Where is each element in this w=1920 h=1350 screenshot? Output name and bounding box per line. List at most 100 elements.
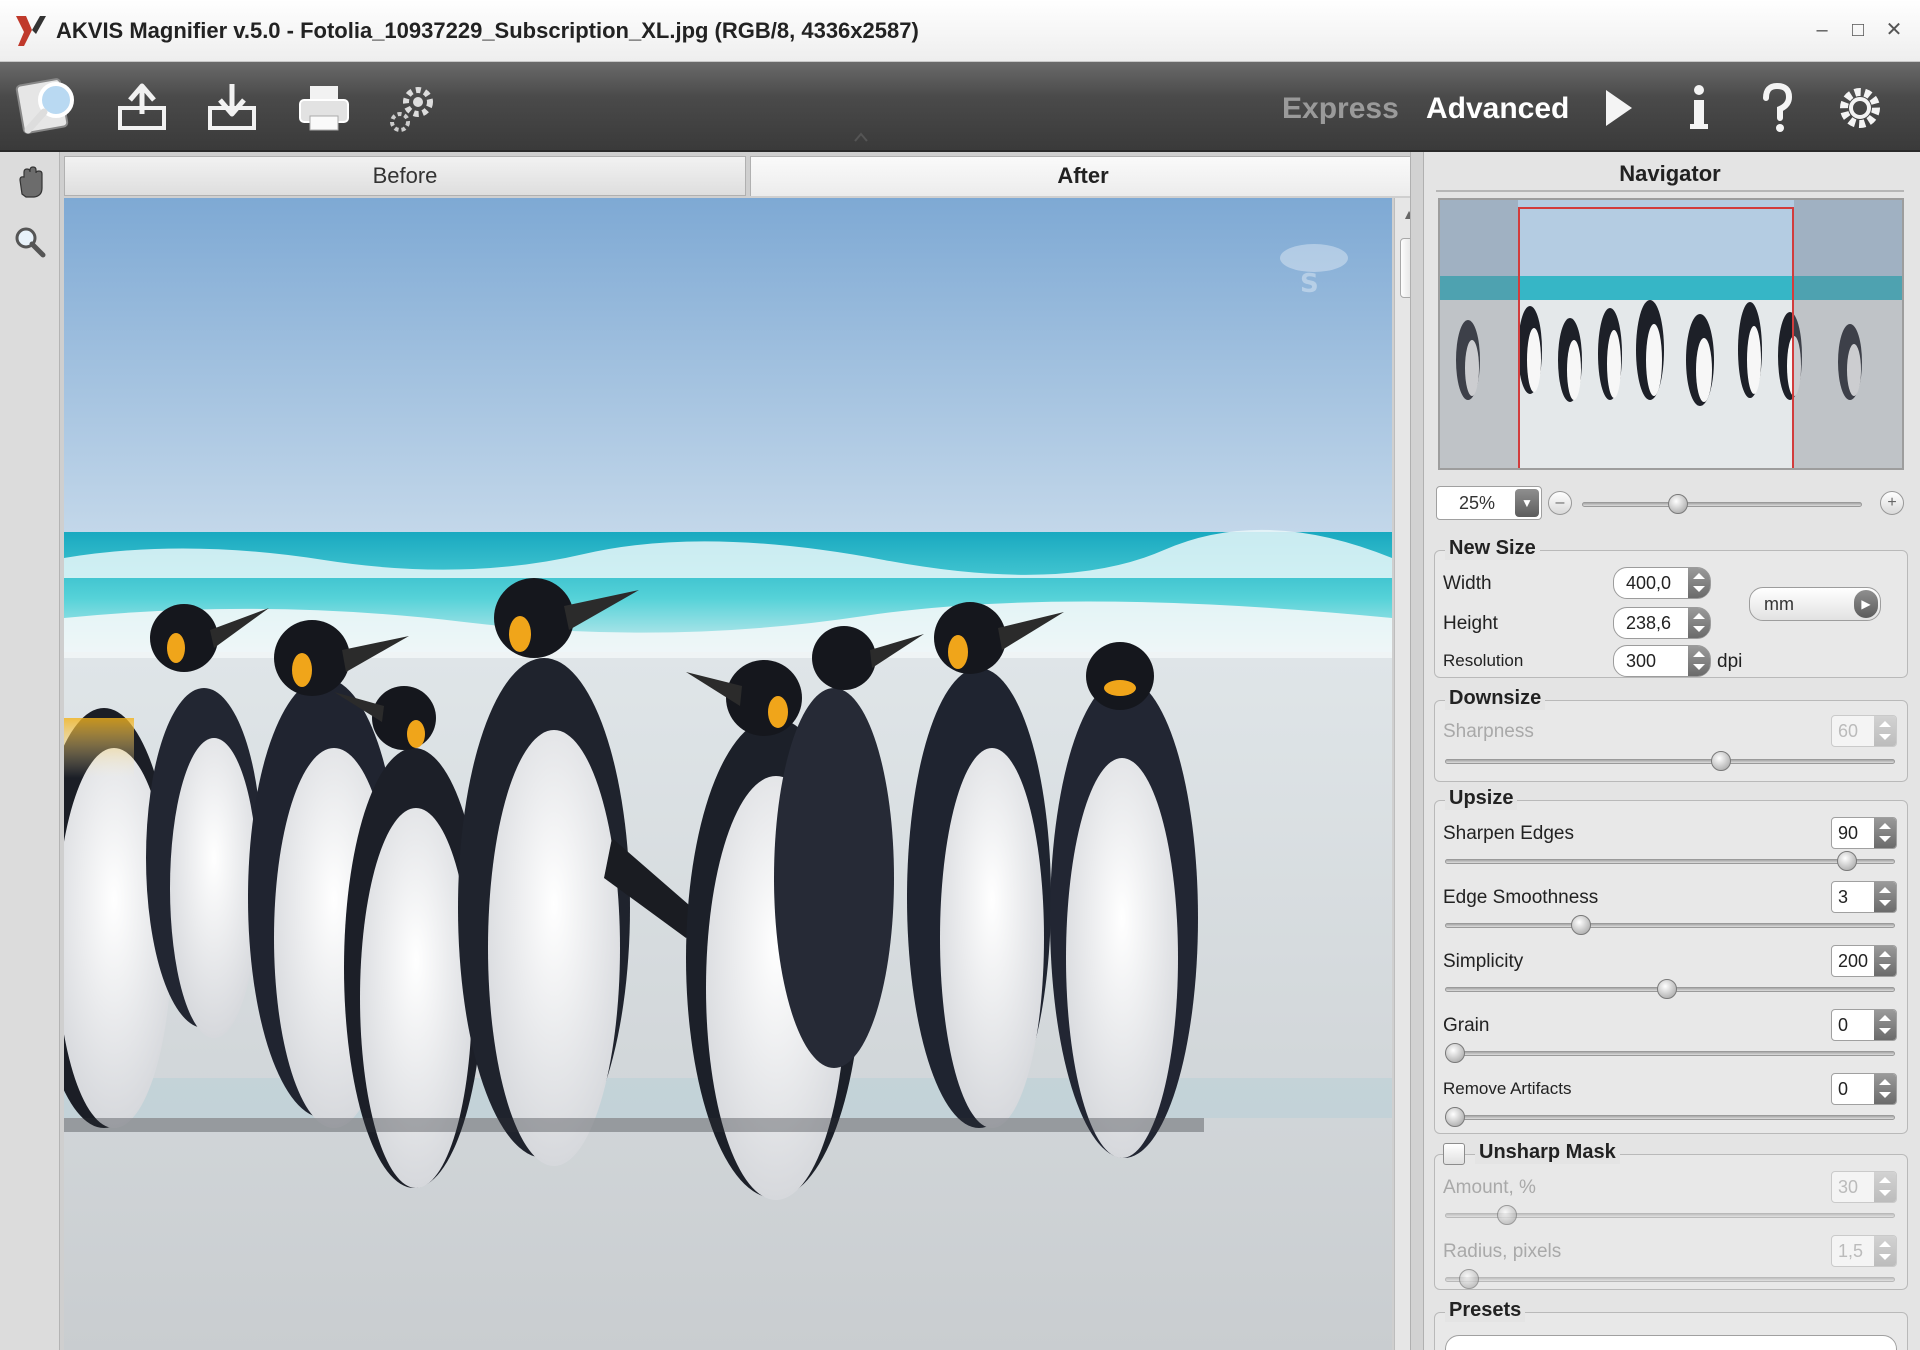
downsize-group: Downsize Sharpness 60 xyxy=(1434,687,1908,782)
resolution-value: 300 xyxy=(1626,651,1657,671)
mode-advanced-button[interactable]: Advanced xyxy=(1426,92,1569,126)
width-spinner[interactable] xyxy=(1688,568,1710,598)
minimize-button[interactable]: – xyxy=(1808,16,1836,44)
sharpness-spinner[interactable] xyxy=(1874,716,1896,746)
units-dropdown-icon[interactable]: ▶ xyxy=(1854,590,1878,618)
resolution-spinner[interactable] xyxy=(1688,646,1710,676)
simplicity-value: 200 xyxy=(1838,951,1869,971)
resolution-field[interactable]: 300 xyxy=(1613,645,1711,677)
amount-slider-knob[interactable] xyxy=(1497,1205,1517,1225)
sharpness-slider-knob[interactable] xyxy=(1711,751,1731,771)
zoom-in-button[interactable]: + xyxy=(1880,491,1904,515)
app-logo-icon[interactable] xyxy=(14,72,84,142)
close-button[interactable]: ✕ xyxy=(1880,16,1908,44)
amount-value: 30 xyxy=(1838,1177,1859,1197)
radius-slider-knob[interactable] xyxy=(1459,1269,1479,1289)
simplicity-slider-knob[interactable] xyxy=(1657,979,1677,999)
grain-value: 0 xyxy=(1838,1015,1849,1035)
resolution-label: Resolution xyxy=(1443,651,1524,670)
edge-smoothness-slider-knob[interactable] xyxy=(1571,915,1591,935)
remove-artifacts-field[interactable]: 0 xyxy=(1831,1073,1897,1105)
edge-smoothness-slider[interactable] xyxy=(1445,923,1895,928)
unsharp-mask-title: Unsharp Mask xyxy=(1475,1141,1620,1164)
remove-artifacts-spinner[interactable] xyxy=(1874,1074,1896,1104)
remove-artifacts-slider-knob[interactable] xyxy=(1445,1107,1465,1127)
mode-express-button[interactable]: Express xyxy=(1282,92,1399,126)
sharpness-field[interactable]: 60 xyxy=(1831,715,1897,747)
zoom-level-field[interactable]: 25% ▼ xyxy=(1436,486,1542,520)
sharpen-edges-slider-knob[interactable] xyxy=(1837,851,1857,871)
title-bar: AKVIS Magnifier v.5.0 - Fotolia_10937229… xyxy=(0,0,1920,62)
amount-spinner[interactable] xyxy=(1874,1172,1896,1202)
tab-after[interactable]: After xyxy=(750,156,1416,196)
radius-spinner[interactable] xyxy=(1874,1236,1896,1266)
zoom-slider-knob[interactable] xyxy=(1668,494,1688,514)
remove-artifacts-slider[interactable] xyxy=(1445,1115,1895,1120)
batch-processing-icon[interactable] xyxy=(384,78,444,138)
edge-smoothness-value: 3 xyxy=(1838,887,1849,907)
new-size-group: New Size Width 400,0 Height 238,6 Resolu… xyxy=(1434,537,1908,678)
info-icon[interactable] xyxy=(1676,78,1722,138)
amount-label: Amount, % xyxy=(1443,1177,1536,1198)
help-icon[interactable] xyxy=(1754,78,1800,138)
main-toolbar: Express Advanced xyxy=(0,62,1920,152)
simplicity-field[interactable]: 200 xyxy=(1831,945,1897,977)
toolbar-collapse-icon[interactable] xyxy=(854,132,868,142)
amount-field[interactable]: 30 xyxy=(1831,1171,1897,1203)
sharpen-edges-slider[interactable] xyxy=(1445,859,1895,864)
sharpness-label: Sharpness xyxy=(1443,721,1534,742)
save-image-icon[interactable] xyxy=(202,78,262,138)
zoom-controls: 25% ▼ – + xyxy=(1436,486,1906,522)
zoom-slider[interactable] xyxy=(1582,502,1862,507)
akvis-logo-icon xyxy=(16,16,46,46)
resolution-unit: dpi xyxy=(1717,651,1743,672)
unsharp-mask-checkbox[interactable] xyxy=(1443,1143,1465,1165)
preferences-icon[interactable] xyxy=(1832,78,1888,138)
zoom-out-button[interactable]: – xyxy=(1548,491,1572,515)
units-value: mm xyxy=(1764,594,1794,614)
sharpness-slider[interactable] xyxy=(1445,759,1895,764)
zoom-tool-icon[interactable] xyxy=(12,224,48,260)
sharpen-edges-value: 90 xyxy=(1838,823,1859,843)
width-field[interactable]: 400,0 xyxy=(1613,567,1711,599)
run-icon[interactable] xyxy=(1594,78,1640,138)
grain-spinner[interactable] xyxy=(1874,1010,1896,1040)
grain-field[interactable]: 0 xyxy=(1831,1009,1897,1041)
navigator-preview[interactable] xyxy=(1438,198,1904,470)
sharpen-edges-field[interactable]: 90 xyxy=(1831,817,1897,849)
simplicity-spinner[interactable] xyxy=(1874,946,1896,976)
height-spinner[interactable] xyxy=(1688,608,1710,638)
grain-slider-knob[interactable] xyxy=(1445,1043,1465,1063)
svg-text:S: S xyxy=(1300,269,1319,299)
tab-before[interactable]: Before xyxy=(64,156,746,196)
tool-strip xyxy=(0,152,60,1350)
remove-artifacts-label: Remove Artifacts xyxy=(1443,1079,1572,1098)
presets-group: Presets xyxy=(1434,1299,1908,1350)
presets-select[interactable] xyxy=(1445,1335,1897,1350)
radius-label: Radius, pixels xyxy=(1443,1241,1562,1262)
sharpness-value: 60 xyxy=(1838,721,1859,741)
edge-smoothness-spinner[interactable] xyxy=(1874,882,1896,912)
maximize-button[interactable]: □ xyxy=(1844,16,1872,44)
panel-splitter[interactable] xyxy=(1410,152,1424,1350)
new-size-title: New Size xyxy=(1445,537,1540,560)
grain-slider[interactable] xyxy=(1445,1051,1895,1056)
zoom-dropdown-icon[interactable]: ▼ xyxy=(1515,489,1539,517)
height-field[interactable]: 238,6 xyxy=(1613,607,1711,639)
result-image[interactable]: S xyxy=(64,198,1392,1350)
radius-field[interactable]: 1,5 xyxy=(1831,1235,1897,1267)
upsize-title: Upsize xyxy=(1445,787,1518,810)
open-image-icon[interactable] xyxy=(112,78,172,138)
units-select[interactable]: mm ▶ xyxy=(1749,587,1881,621)
width-label: Width xyxy=(1443,573,1492,594)
sharpen-edges-spinner[interactable] xyxy=(1874,818,1896,848)
radius-slider[interactable] xyxy=(1445,1277,1895,1282)
width-value: 400,0 xyxy=(1626,573,1672,593)
print-icon[interactable] xyxy=(294,78,354,138)
grain-label: Grain xyxy=(1443,1015,1490,1036)
sharpen-edges-label: Sharpen Edges xyxy=(1443,823,1574,844)
hand-tool-icon[interactable] xyxy=(12,164,48,200)
edge-smoothness-field[interactable]: 3 xyxy=(1831,881,1897,913)
settings-panel: Navigator 25% ▼ – + New Size Width 400,0… xyxy=(1424,152,1920,1350)
upsize-group: Upsize Sharpen Edges 90 Edge Smoothness … xyxy=(1434,787,1908,1134)
